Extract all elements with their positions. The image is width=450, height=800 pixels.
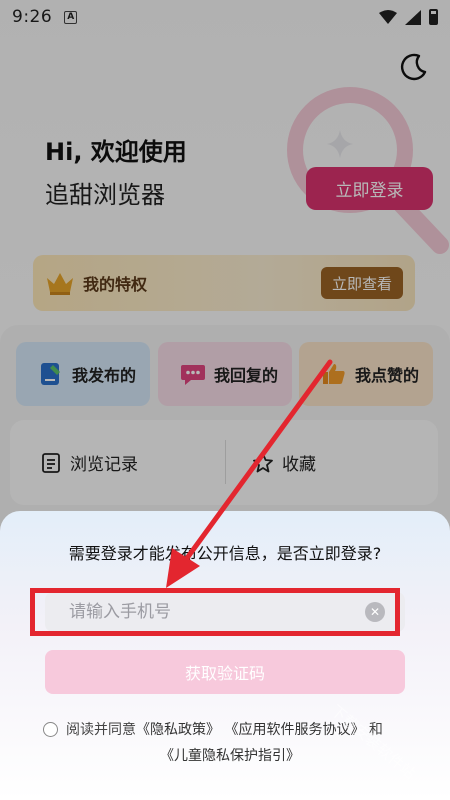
annotation-highlight-box [30,588,400,636]
page-root: 9:26 A Hi, 欢迎使用 追甜浏览器 立即登录 我的特权 立即查看 我发布… [0,0,450,800]
login-prompt-text: 需要登录才能发布公开信息，是否立即登录? [68,544,382,563]
agree-prefix: 阅读并同意 [66,722,136,738]
privacy-policy-link[interactable]: 《隐私政策》 [136,722,220,738]
agree-checkbox[interactable] [43,722,58,737]
agreement-line-2: 《儿童隐私保护指引》 [160,745,300,765]
child-privacy-link[interactable]: 《儿童隐私保护指引》 [160,748,300,764]
get-code-button[interactable]: 获取验证码 [45,650,405,694]
